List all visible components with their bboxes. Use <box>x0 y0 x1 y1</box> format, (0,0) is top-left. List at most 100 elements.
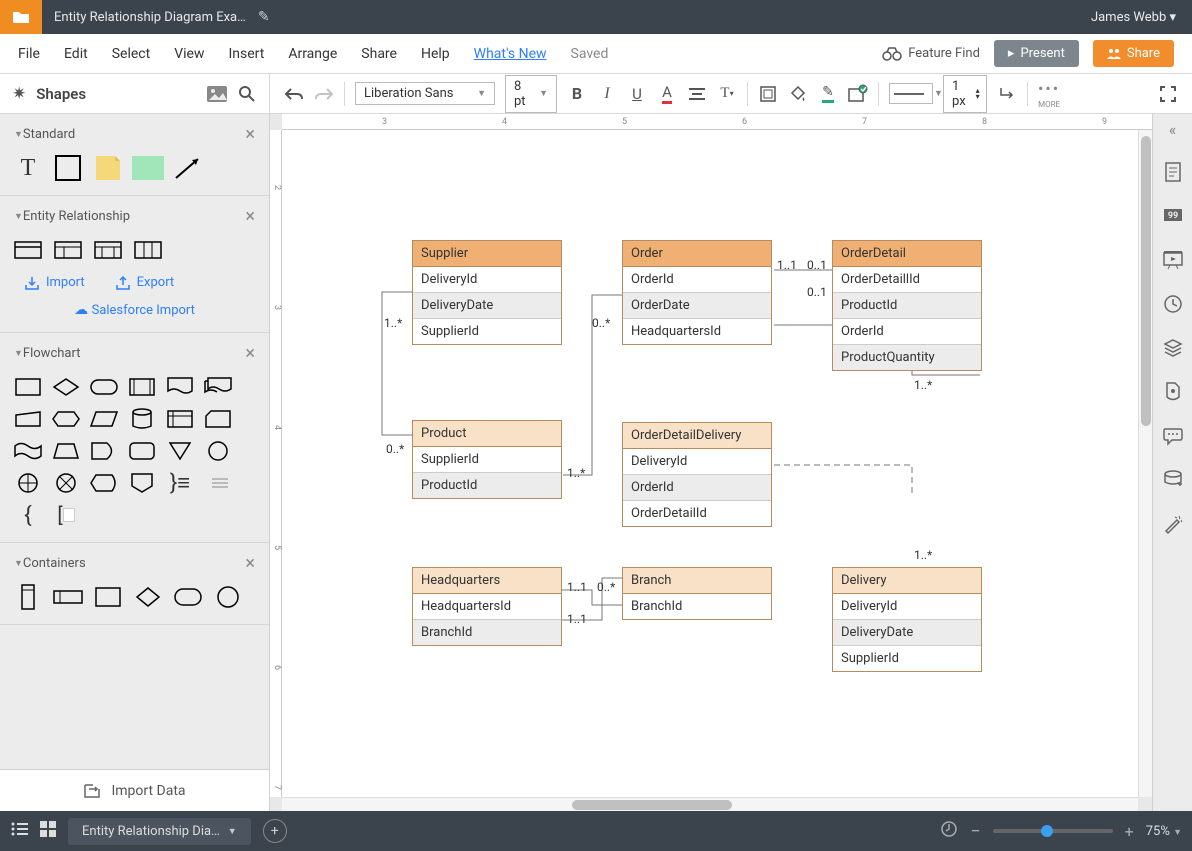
chat-icon[interactable] <box>1162 425 1184 447</box>
magic-icon[interactable] <box>1162 513 1184 535</box>
section-flowchart[interactable]: ▼ Flowchart× <box>14 343 255 364</box>
fc-card[interactable] <box>204 408 232 430</box>
shape-options-icon[interactable] <box>848 84 868 104</box>
section-er[interactable]: ▼ Entity Relationship× <box>14 206 255 227</box>
page-tab[interactable]: Entity Relationship Dia…▼ <box>68 818 251 845</box>
fc-manual[interactable] <box>14 408 42 430</box>
entity-branch[interactable]: Branch BranchId <box>622 567 772 620</box>
note-shape[interactable] <box>94 157 122 179</box>
fc-or[interactable] <box>52 472 80 494</box>
fc-tape[interactable] <box>14 440 42 462</box>
search-icon[interactable] <box>237 84 257 104</box>
arrow-shape[interactable] <box>174 157 202 179</box>
fc-delay[interactable] <box>90 440 118 462</box>
export-link[interactable]: Export <box>115 275 175 290</box>
er-shape-1[interactable] <box>14 239 42 261</box>
menu-insert[interactable]: Insert <box>228 46 264 62</box>
menu-select[interactable]: Select <box>112 46 150 62</box>
er-shape-2[interactable] <box>54 239 82 261</box>
bold-icon[interactable]: B <box>567 84 587 104</box>
menu-help[interactable]: Help <box>421 46 450 62</box>
feature-find[interactable]: Feature Find <box>882 46 980 61</box>
fc-rect[interactable] <box>14 376 42 398</box>
fc-db[interactable] <box>128 408 156 430</box>
zoom-level[interactable]: 75% ▼ <box>1146 824 1182 839</box>
close-icon[interactable]: × <box>245 206 255 227</box>
fc-diamond[interactable] <box>52 376 80 398</box>
fc-terminator[interactable] <box>90 376 118 398</box>
fc-offpage[interactable] <box>128 472 156 494</box>
fc-display[interactable] <box>90 472 118 494</box>
document-title[interactable]: Entity Relationship Diagram Exa… <box>42 10 258 25</box>
entity-order[interactable]: Order OrderId OrderDate HeadquartersId <box>622 240 772 345</box>
fc-note[interactable] <box>204 472 232 494</box>
fc-predef[interactable] <box>128 376 156 398</box>
outline-view-icon[interactable] <box>10 822 28 840</box>
fc-merge[interactable] <box>166 440 194 462</box>
zoom-in-button[interactable]: + <box>1125 822 1134 841</box>
shape-fill-icon[interactable] <box>758 84 778 104</box>
line-style-dropdown[interactable]: ▼ <box>889 83 933 104</box>
text-type-icon[interactable]: T▾ <box>717 84 737 104</box>
menu-arrange[interactable]: Arrange <box>288 46 337 62</box>
rect-shape[interactable] <box>54 157 82 179</box>
fill-icon[interactable] <box>788 84 808 104</box>
user-menu[interactable]: James Webb ▾ <box>1091 10 1192 25</box>
fc-trap[interactable] <box>52 440 80 462</box>
presentation-icon[interactable] <box>1162 249 1184 271</box>
layers-icon[interactable] <box>1162 337 1184 359</box>
fc-internal[interactable] <box>166 408 194 430</box>
present-button[interactable]: ▸ Present <box>994 40 1079 67</box>
font-dropdown[interactable]: Liberation Sans▼ <box>355 82 495 105</box>
page-settings-icon[interactable] <box>1162 161 1184 183</box>
entity-supplier[interactable]: Supplier DeliveryId DeliveryDate Supplie… <box>412 240 562 345</box>
fc-hex[interactable] <box>52 408 80 430</box>
border-color-icon[interactable]: ✎ <box>818 84 838 104</box>
line-width-dropdown[interactable]: 1 px▴▾ <box>943 75 987 113</box>
undo-icon[interactable] <box>284 84 304 104</box>
cont-4[interactable] <box>134 586 162 608</box>
share-button[interactable]: Share <box>1093 40 1174 67</box>
fc-brace-l[interactable]: { <box>14 504 42 526</box>
close-icon[interactable]: × <box>245 553 255 574</box>
horizontal-scrollbar[interactable] <box>282 797 1138 811</box>
fc-brace-r[interactable]: }≡ <box>166 472 194 494</box>
edit-title-icon[interactable]: ✎ <box>258 9 270 25</box>
add-page-button[interactable]: + <box>263 819 287 843</box>
collapse-panel-icon[interactable]: « <box>1169 120 1177 139</box>
section-standard[interactable]: ▼ Standard× <box>14 124 255 145</box>
underline-icon[interactable]: U <box>627 84 647 104</box>
menu-file[interactable]: File <box>18 46 40 62</box>
text-shape[interactable]: T <box>14 157 42 179</box>
document-icon[interactable] <box>1162 381 1184 403</box>
image-icon[interactable] <box>207 84 227 104</box>
entity-delivery[interactable]: Delivery DeliveryId DeliveryDate Supplie… <box>832 567 982 672</box>
shapes-settings-icon[interactable]: ✷ <box>12 84 26 104</box>
cont-1[interactable] <box>14 586 42 608</box>
fullscreen-icon[interactable] <box>1158 84 1178 104</box>
import-data-button[interactable]: Import Data <box>0 769 269 811</box>
italic-icon[interactable]: I <box>597 84 617 104</box>
fc-bracket[interactable]: [ <box>52 504 80 526</box>
align-icon[interactable] <box>687 84 707 104</box>
data-icon[interactable] <box>1162 469 1184 491</box>
font-size-dropdown[interactable]: 8 pt▼ <box>505 75 557 113</box>
fc-doc[interactable] <box>166 376 194 398</box>
entity-headquarters[interactable]: Headquarters HeadquartersId BranchId <box>412 567 562 646</box>
menu-whats-new[interactable]: What's New <box>474 46 547 62</box>
more-button[interactable]: •••MORE <box>1038 79 1060 109</box>
close-icon[interactable]: × <box>245 124 255 145</box>
history-icon[interactable] <box>1162 293 1184 315</box>
zoom-slider[interactable] <box>993 829 1113 833</box>
menu-view[interactable]: View <box>174 46 204 62</box>
redo-icon[interactable] <box>314 84 334 104</box>
entity-orderdetaildelivery[interactable]: OrderDetailDelivery DeliveryId OrderId O… <box>622 422 772 527</box>
import-link[interactable]: Import <box>24 275 85 290</box>
app-icon[interactable] <box>0 0 42 34</box>
er-shape-4[interactable] <box>134 239 162 261</box>
canvas[interactable]: Supplier DeliveryId DeliveryDate Supplie… <box>282 130 1138 797</box>
menu-edit[interactable]: Edit <box>64 46 88 62</box>
fc-circle[interactable] <box>204 440 232 462</box>
cont-3[interactable] <box>94 586 122 608</box>
salesforce-import-link[interactable]: ☁ Salesforce Import <box>14 298 255 322</box>
